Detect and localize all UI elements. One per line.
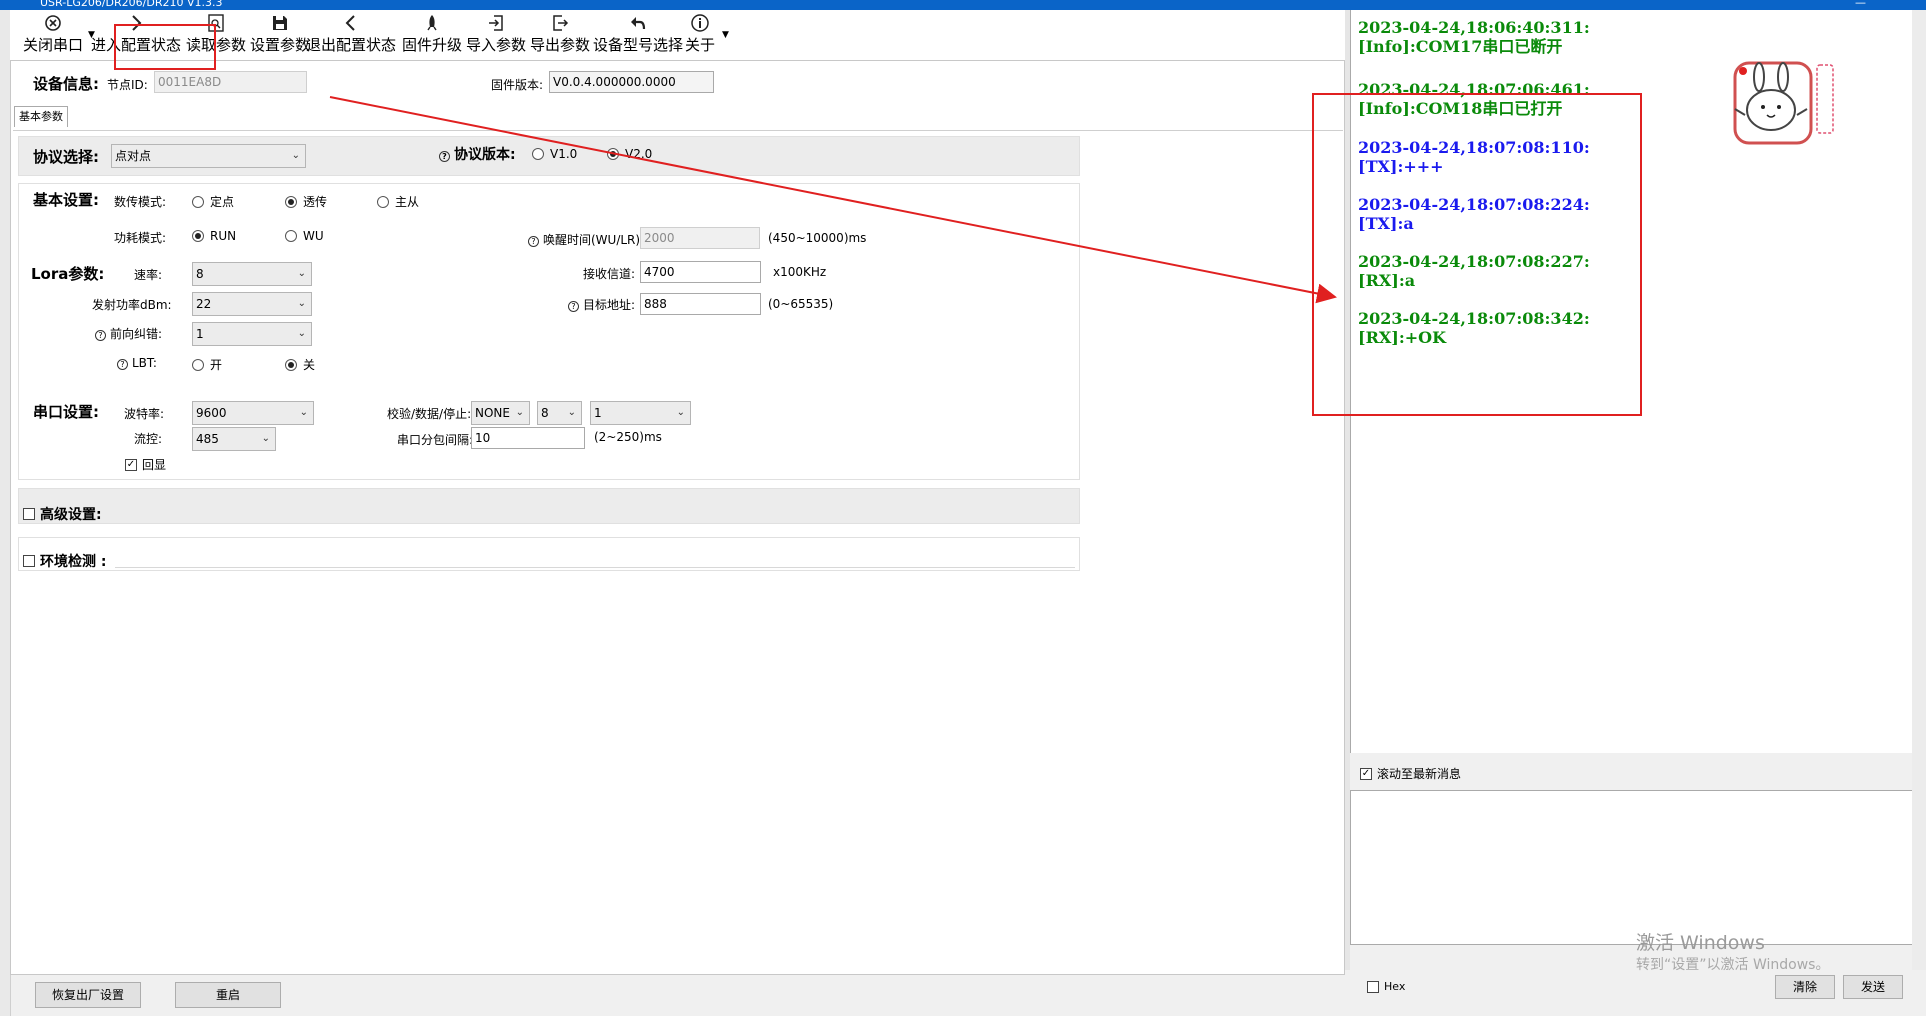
annotation-arrow [329,96,1337,304]
